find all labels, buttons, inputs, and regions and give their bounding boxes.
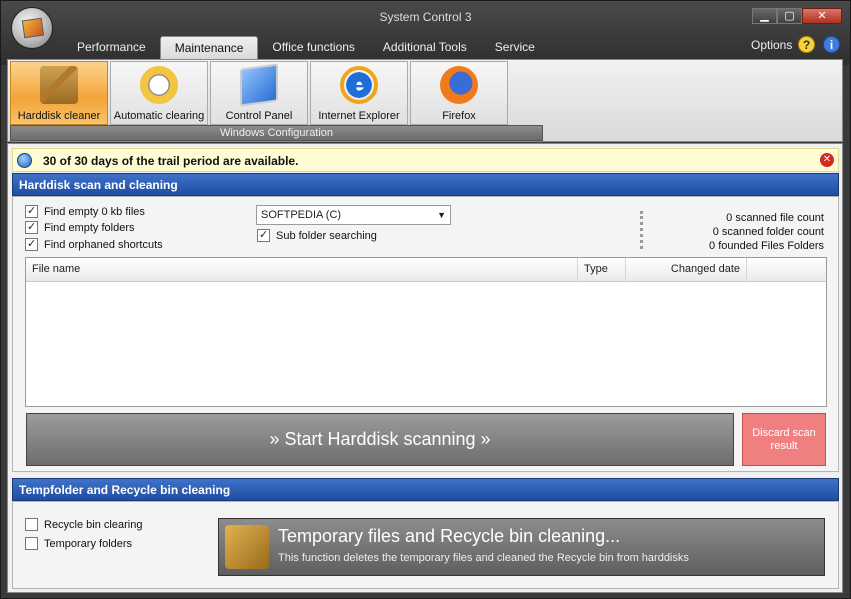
discard-scan-button[interactable]: Discard scan result — [742, 413, 826, 466]
subfolder-searching-checkbox[interactable]: Sub folder searching — [257, 228, 377, 242]
tab-additional-tools[interactable]: Additional Tools — [369, 36, 481, 60]
temporary-folders-checkbox[interactable]: Temporary folders — [25, 537, 132, 550]
column-changed-date[interactable]: Changed date — [626, 258, 747, 281]
harddisk-cleaner-button[interactable]: Harddisk cleaner — [10, 61, 108, 125]
harddisk-cleaner-label: Harddisk cleaner — [17, 110, 101, 122]
title-bar: System Control 3 ▁ ▢ ✕ Performance Maint… — [1, 1, 850, 65]
firefox-label: Firefox — [442, 110, 476, 122]
founded-files-count: 0 founded Files Folders — [709, 240, 824, 252]
help-icon[interactable]: ? — [798, 36, 815, 53]
automatic-clearing-label: Automatic clearing — [113, 110, 205, 122]
find-empty-files-checkbox[interactable]: Find empty 0 kb files — [25, 204, 145, 218]
results-list-header: File name Type Changed date — [26, 258, 826, 282]
clock-icon — [140, 66, 178, 104]
ribbon-group-windows-configuration: Harddisk cleaner Automatic clearing Cont… — [10, 61, 543, 141]
internet-explorer-label: Internet Explorer — [318, 110, 400, 122]
firefox-button[interactable]: Firefox — [410, 61, 508, 125]
checkbox-box — [25, 518, 38, 531]
close-button[interactable]: ✕ — [802, 8, 842, 24]
firefox-icon — [440, 66, 478, 104]
checkbox-label: Recycle bin clearing — [44, 518, 143, 531]
checkbox-label: Temporary folders — [44, 537, 133, 550]
start-scan-button[interactable]: » Start Harddisk scanning » — [26, 413, 734, 466]
discard-button-line-1: Discard scan — [752, 427, 816, 439]
find-empty-folders-checkbox[interactable]: Find empty folders — [25, 220, 135, 234]
drive-select-value: SOFTPEDIA (C) — [261, 209, 342, 221]
scanned-file-count: 0 scanned file count — [726, 212, 824, 224]
checkbox-box — [257, 228, 270, 242]
checkbox-box — [25, 204, 38, 218]
info-icon[interactable]: i — [823, 36, 840, 53]
trial-notice-text: 30 of 30 days of the trail period are av… — [43, 154, 299, 168]
temp-section-header: Tempfolder and Recycle bin cleaning — [12, 478, 839, 501]
tab-service[interactable]: Service — [481, 36, 549, 60]
discard-button-line-2: result — [770, 440, 798, 452]
checkbox-label: Find orphaned shortcuts — [44, 238, 163, 251]
dropdown-arrow-icon: ▼ — [437, 210, 446, 220]
window-title: System Control 3 — [379, 10, 472, 24]
trial-notice-bar: 30 of 30 days of the trail period are av… — [12, 148, 839, 172]
scan-section-panel: Find empty 0 kb files Find empty folders… — [12, 196, 839, 472]
scan-section-header: Harddisk scan and cleaning — [12, 173, 839, 196]
maximize-button[interactable]: ▢ — [777, 8, 802, 24]
automatic-clearing-button[interactable]: Automatic clearing — [110, 61, 208, 125]
checkbox-label: Sub folder searching — [276, 229, 377, 242]
temp-cleaning-button[interactable]: Temporary files and Recycle bin cleaning… — [218, 518, 825, 576]
content-area: 30 of 30 days of the trail period are av… — [7, 143, 843, 593]
column-type[interactable]: Type — [578, 258, 626, 281]
column-file-name[interactable]: File name — [26, 258, 578, 281]
checkbox-label: Find empty 0 kb files — [44, 205, 145, 218]
broom-icon — [40, 66, 78, 104]
options-menu[interactable]: Options — [751, 38, 792, 52]
temp-section-panel: Recycle bin clearing Temporary folders T… — [12, 501, 839, 589]
drive-select[interactable]: SOFTPEDIA (C) ▼ — [256, 205, 451, 225]
broom-icon — [225, 525, 269, 569]
main-tabs: Performance Maintenance Office functions… — [63, 36, 549, 60]
temp-cleaning-title: Temporary files and Recycle bin cleaning… — [278, 526, 621, 546]
ribbon-group-label: Windows Configuration — [10, 125, 543, 141]
minimize-button[interactable]: ▁ — [752, 8, 777, 24]
window-controls: ▁ ▢ ✕ — [752, 8, 842, 24]
globe-icon — [17, 153, 32, 168]
control-panel-icon — [240, 63, 278, 107]
close-notice-icon[interactable]: ✕ — [820, 153, 834, 167]
ribbon: Harddisk cleaner Automatic clearing Cont… — [7, 59, 843, 142]
internet-explorer-icon: e — [340, 66, 378, 104]
checkbox-label: Find empty folders — [44, 221, 135, 234]
results-list[interactable]: File name Type Changed date — [25, 257, 827, 407]
checkbox-box — [25, 537, 38, 550]
find-orphaned-shortcuts-checkbox[interactable]: Find orphaned shortcuts — [25, 237, 163, 251]
checkbox-box — [25, 237, 38, 251]
temp-cleaning-description: This function deletes the temporary file… — [278, 552, 689, 564]
tab-performance[interactable]: Performance — [63, 36, 160, 60]
main-window: System Control 3 ▁ ▢ ✕ Performance Maint… — [0, 0, 851, 599]
checkbox-box — [25, 220, 38, 234]
tab-maintenance[interactable]: Maintenance — [159, 36, 259, 60]
splitter-grip — [640, 211, 643, 249]
tab-office-functions[interactable]: Office functions — [258, 36, 369, 60]
control-panel-button[interactable]: Control Panel — [210, 61, 308, 125]
internet-explorer-button[interactable]: e Internet Explorer — [310, 61, 408, 125]
recycle-bin-clearing-checkbox[interactable]: Recycle bin clearing — [25, 518, 142, 531]
control-panel-label: Control Panel — [225, 110, 293, 122]
scanned-folder-count: 0 scanned folder count — [712, 226, 824, 238]
